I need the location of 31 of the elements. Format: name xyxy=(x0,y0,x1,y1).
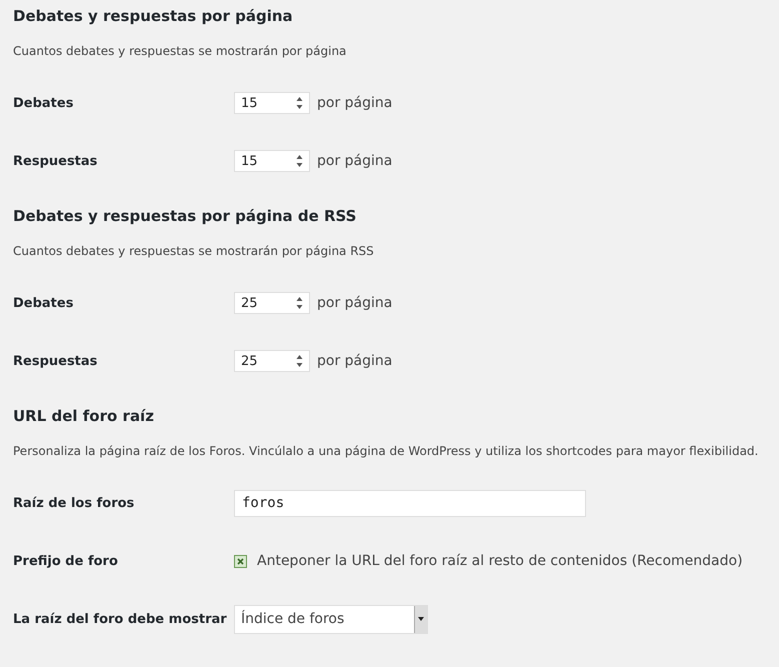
number-field[interactable]: 25 xyxy=(234,350,310,372)
unit-label: por página xyxy=(317,295,392,311)
checkbox[interactable] xyxy=(234,554,247,568)
section-description: Cuantos debates y respuestas se mostrarán por página xyxy=(13,43,348,60)
spinner-icon[interactable] xyxy=(296,295,303,311)
field-label: Raíz de los foros xyxy=(13,496,136,510)
dropdown[interactable]: Índice de foros xyxy=(234,604,428,634)
field-label: La raíz del foro debe mostrar xyxy=(13,612,228,626)
field-label: Debates xyxy=(13,296,74,310)
checkbox-label: Anteponer la URL del foro raíz al resto de contenidos (Recomendado) xyxy=(257,553,743,569)
text-field[interactable]: foros xyxy=(234,490,586,516)
number-field[interactable]: 15 xyxy=(234,92,310,114)
spinner-icon[interactable] xyxy=(296,95,303,111)
spinner-icon[interactable] xyxy=(296,353,303,369)
field-label: Prefijo de foro xyxy=(13,554,119,568)
caret-icon xyxy=(418,617,424,621)
field-label: Respuestas xyxy=(13,154,98,168)
section-description: Personaliza la página raíz de los Foros. Vincúlalo a una página de WordPress y utiliza los shortcodes para mayor flexibilidad. xyxy=(13,443,760,460)
spinner-icon[interactable] xyxy=(296,153,303,169)
unit-label: por página xyxy=(317,153,392,169)
check-mark-icon xyxy=(237,558,244,564)
section-description: Cuantos debates y respuestas se mostrarán por página RSS xyxy=(13,243,375,260)
field-label: Debates xyxy=(13,96,74,110)
unit-label: por página xyxy=(317,95,392,111)
section-title: URL del foro raíz xyxy=(13,406,155,426)
section-title: Debates y respuestas por página de RSS xyxy=(13,206,358,226)
section-title: Debates y respuestas por página xyxy=(13,6,294,26)
field-label: Respuestas xyxy=(13,354,98,368)
number-field[interactable]: 25 xyxy=(234,292,310,314)
number-field[interactable]: 15 xyxy=(234,150,310,172)
unit-label: por página xyxy=(317,353,392,369)
